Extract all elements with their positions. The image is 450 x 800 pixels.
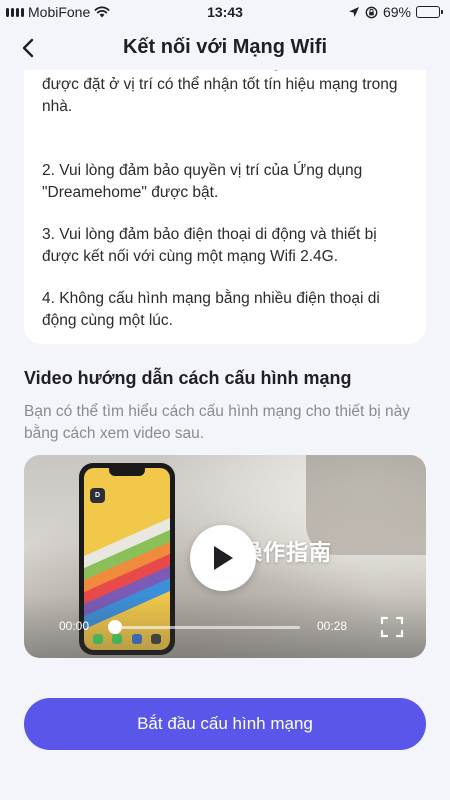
tip-item-4: 4. Không cấu hình mạng bằng nhiều điện t… — [42, 290, 380, 329]
tip-item-3: 3. Vui lòng đảm bảo điện thoại di động v… — [42, 226, 377, 265]
tutorial-video[interactable]: D 网操作指南 00:00 00:28 — [24, 455, 426, 658]
status-bar: MobiFone 13:43 69% — [0, 0, 450, 26]
tips-card: thời đảm bảo cả điện thoại di động và th… — [24, 40, 426, 344]
start-network-config-button[interactable]: Bắt đầu cấu hình mạng — [24, 698, 426, 750]
video-controls: 00:00 00:28 — [24, 616, 426, 638]
rotation-lock-icon — [365, 6, 378, 18]
battery-icon — [416, 6, 443, 18]
play-button[interactable] — [190, 525, 256, 591]
location-arrow-icon — [348, 7, 359, 17]
app-icon: D — [90, 488, 105, 503]
video-duration: 00:28 — [317, 619, 348, 633]
status-right: 69% — [348, 4, 443, 20]
page-title: Kết nối với Mạng Wifi — [122, 36, 328, 58]
play-icon — [214, 546, 233, 570]
video-progress-track[interactable] — [110, 626, 300, 629]
video-current-time: 00:00 — [59, 619, 90, 633]
video-section-description: Bạn có thể tìm hiểu cách cấu hình mạng c… — [24, 403, 411, 442]
video-section-title: Video hướng dẫn cách cấu hình mạng — [24, 368, 352, 388]
battery-percent: 69% — [382, 4, 411, 20]
nav-header: Kết nối với Mạng Wifi — [0, 26, 450, 70]
fullscreen-icon[interactable] — [380, 616, 404, 638]
tip-item-2: 2. Vui lòng đảm bảo quyền vị trí của Ứng… — [42, 162, 363, 201]
video-progress-knob[interactable] — [108, 620, 122, 634]
